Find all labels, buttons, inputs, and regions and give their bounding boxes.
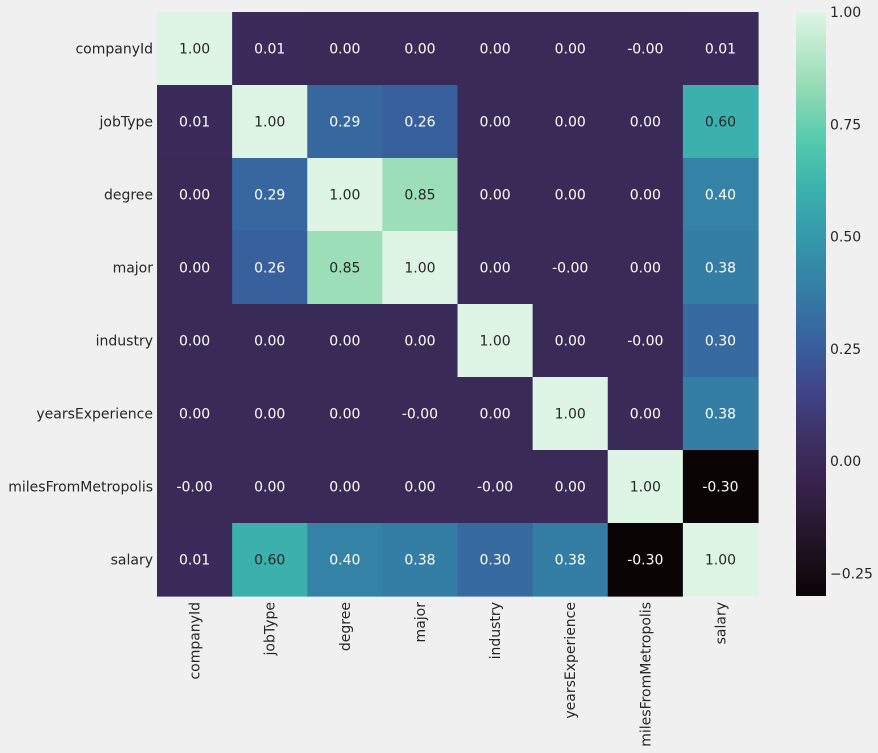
cell-annotation-2-1: 0.29 [254, 188, 285, 204]
cell-annotation-2-5: 0.00 [555, 188, 586, 204]
cell-annotation-7-7: 1.00 [705, 553, 736, 569]
y-tick-label-milesFromMetropolis: milesFromMetropolis [8, 480, 153, 496]
cell-annotation-5-0: 0.00 [179, 407, 210, 423]
cell-annotation-1-2: 0.29 [329, 115, 360, 131]
cell-annotation-7-6: -0.30 [627, 553, 663, 569]
x-tick-label-degree: degree [338, 602, 354, 651]
x-tick-label-salary: salary [713, 602, 729, 644]
cell-annotation-7-5: 0.38 [555, 553, 586, 569]
cell-annotation-1-4: 0.00 [479, 115, 510, 131]
cell-annotation-2-2: 1.00 [329, 188, 360, 204]
cell-annotation-5-4: 0.00 [479, 407, 510, 423]
cell-annotation-1-5: 0.00 [555, 115, 586, 131]
cell-annotation-6-2: 0.00 [329, 480, 360, 496]
cell-annotation-6-5: 0.00 [555, 480, 586, 496]
cell-annotation-5-2: 0.00 [329, 407, 360, 423]
cell-annotation-1-7: 0.60 [705, 115, 736, 131]
colorbar-tick-0.00: 0.00 [830, 454, 861, 470]
x-tick-label-major: major [413, 602, 429, 643]
y-tick-label-companyId: companyId [75, 42, 153, 58]
cell-annotation-1-1: 1.00 [254, 115, 285, 131]
x-tick-label-milesFromMetropolis: milesFromMetropolis [638, 602, 654, 747]
cell-annotation-0-6: -0.00 [627, 42, 663, 58]
cell-annotation-7-1: 0.60 [254, 553, 285, 569]
cell-annotation-7-3: 0.38 [404, 553, 435, 569]
colorbar-tick-−0.25: −0.25 [830, 567, 873, 583]
cell-annotation-3-6: 0.00 [630, 261, 661, 277]
cell-annotation-2-0: 0.00 [179, 188, 210, 204]
cell-annotation-5-3: -0.00 [402, 407, 438, 423]
heatmap-cells: 1.00 0.01 0.00 0.00 0.00 0.00 -0.00 0.01 0.01 1.0… [157, 12, 759, 597]
cell-annotation-6-3: 0.00 [404, 480, 435, 496]
cell-annotation-4-7: 0.30 [705, 334, 736, 350]
cell-annotation-0-3: 0.00 [404, 42, 435, 58]
cell-annotation-4-3: 0.00 [404, 334, 435, 350]
cell-annotation-4-2: 0.00 [329, 334, 360, 350]
y-tick-label-jobType: jobType [99, 115, 154, 131]
x-tick-label-jobType: jobType [263, 602, 279, 657]
cell-annotation-6-0: -0.00 [176, 480, 212, 496]
x-tick-label-industry: industry [488, 602, 504, 659]
cell-annotation-1-0: 0.01 [179, 115, 210, 131]
cell-annotation-4-4: 1.00 [479, 334, 510, 350]
cell-annotation-2-4: 0.00 [479, 188, 510, 204]
y-tick-label-salary: salary [111, 553, 153, 569]
cell-annotation-3-3: 1.00 [404, 261, 435, 277]
cell-annotation-6-6: 1.00 [630, 480, 661, 496]
y-tick-label-degree: degree [104, 188, 153, 204]
cell-annotation-6-1: 0.00 [254, 480, 285, 496]
cell-annotation-2-3: 0.85 [404, 188, 435, 204]
x-axis-tick-labels: companyId jobType degree major industry years… [188, 602, 730, 747]
cell-annotation-3-0: 0.00 [179, 261, 210, 277]
cell-annotation-0-5: 0.00 [555, 42, 586, 58]
cell-annotation-4-5: 0.00 [555, 334, 586, 350]
y-axis-tick-labels: companyId jobType degree major industry years… [8, 42, 153, 569]
cell-annotation-0-1: 0.01 [254, 42, 285, 58]
cell-annotation-5-5: 1.00 [555, 407, 586, 423]
cell-annotation-0-2: 0.00 [329, 42, 360, 58]
cell-annotation-3-4: 0.00 [479, 261, 510, 277]
cell-annotation-3-5: -0.00 [552, 261, 588, 277]
cell-annotation-6-7: -0.30 [702, 480, 738, 496]
cell-annotation-6-4: -0.00 [477, 480, 513, 496]
cell-annotation-3-7: 0.38 [705, 261, 736, 277]
y-tick-label-industry: industry [96, 334, 153, 350]
colorbar-tick-0.50: 0.50 [830, 230, 861, 246]
colorbar-tick-0.75: 0.75 [830, 117, 861, 133]
heatmap-chart: 1.00 0.01 0.00 0.00 0.00 0.00 -0.00 0.01 0.01 1.0… [8, 5, 873, 747]
y-tick-label-major: major [113, 261, 154, 277]
colorbar [796, 12, 826, 596]
x-tick-label-companyId: companyId [188, 602, 204, 680]
cell-annotation-4-1: 0.00 [254, 334, 285, 350]
colorbar-tick-0.25: 0.25 [830, 342, 861, 358]
cell-annotation-1-3: 0.26 [404, 115, 435, 131]
cell-annotation-7-4: 0.30 [479, 553, 510, 569]
x-tick-label-yearsExperience: yearsExperience [563, 602, 579, 719]
colorbar-tick-1.00: 1.00 [830, 5, 861, 21]
cell-annotation-5-1: 0.00 [254, 407, 285, 423]
cell-annotation-5-7: 0.38 [705, 407, 736, 423]
cell-annotation-1-6: 0.00 [630, 115, 661, 131]
cell-annotation-4-0: 0.00 [179, 334, 210, 350]
cell-annotation-5-6: 0.00 [630, 407, 661, 423]
y-tick-label-yearsExperience: yearsExperience [36, 407, 153, 423]
cell-annotation-0-7: 0.01 [705, 42, 736, 58]
colorbar-tick-labels: 1.00 0.75 0.50 0.25 0.00 −0.25 [830, 5, 873, 583]
cell-annotation-0-0: 1.00 [179, 42, 210, 58]
cell-annotation-3-2: 0.85 [329, 261, 360, 277]
cell-annotation-3-1: 0.26 [254, 261, 285, 277]
cell-annotation-4-6: -0.00 [627, 334, 663, 350]
cell-annotation-2-6: 0.00 [630, 188, 661, 204]
cell-annotation-2-7: 0.40 [705, 188, 736, 204]
cell-annotation-7-2: 0.40 [329, 553, 360, 569]
cell-annotation-0-4: 0.00 [479, 42, 510, 58]
cell-annotation-7-0: 0.01 [179, 553, 210, 569]
